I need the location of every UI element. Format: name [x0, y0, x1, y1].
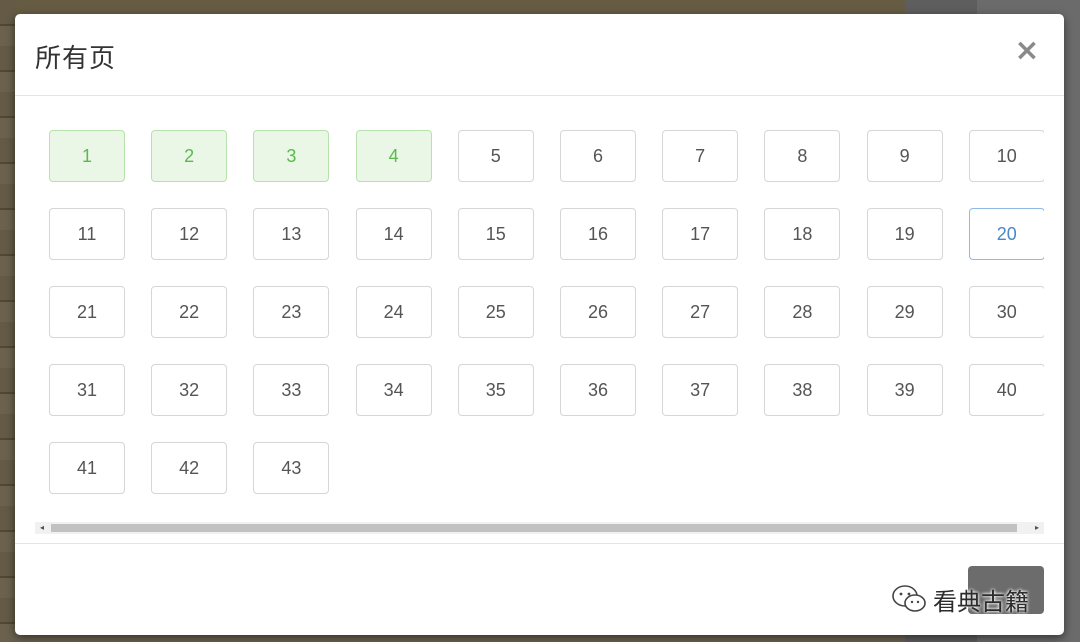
modal-body: 1 2 3 4 5 6 7 8 9 10 11 12 13 14 15 16 17 18 19 20 21 22 23 24 2…	[35, 96, 1044, 542]
page-button[interactable]: 4	[355, 130, 432, 182]
page-button[interactable]: 34	[355, 364, 432, 416]
page-button[interactable]: 41	[49, 442, 125, 494]
page-button[interactable]: 25	[457, 286, 534, 338]
page-button[interactable]: 6	[560, 130, 636, 182]
page-button[interactable]: 32	[151, 364, 228, 416]
page-button[interactable]: 1	[49, 130, 125, 182]
page-button[interactable]: 33	[253, 364, 330, 416]
page-button[interactable]: 31	[49, 364, 125, 416]
page-button[interactable]: 28	[764, 286, 841, 338]
page-button[interactable]: 5	[457, 130, 534, 182]
page-button[interactable]: 20	[968, 208, 1044, 260]
all-pages-modal: 所有页 × 1 2 3 4 5 6 7 8 9 10 11 12 13 14 15 16 17 18 19 20 21 2…	[15, 14, 1064, 635]
page-button[interactable]: 37	[662, 364, 739, 416]
page-button[interactable]: 10	[968, 130, 1044, 182]
page-button[interactable]: 38	[764, 364, 841, 416]
page-button[interactable]: 23	[253, 286, 330, 338]
page-button[interactable]: 24	[355, 286, 432, 338]
watermark: 看典古籍	[891, 582, 1029, 616]
page-button[interactable]: 15	[457, 208, 534, 260]
page-button[interactable]: 12	[151, 208, 228, 260]
page-button[interactable]: 9	[866, 130, 943, 182]
page-button[interactable]: 27	[662, 286, 739, 338]
page-button[interactable]: 29	[866, 286, 943, 338]
page-button[interactable]: 18	[764, 208, 841, 260]
page-button[interactable]: 13	[253, 208, 330, 260]
page-button[interactable]: 39	[866, 364, 943, 416]
wechat-icon	[892, 585, 926, 612]
page-button[interactable]: 30	[968, 286, 1044, 338]
page-button[interactable]: 35	[457, 364, 534, 416]
page-button[interactable]: 3	[253, 130, 330, 182]
close-icon[interactable]: ×	[1012, 36, 1042, 66]
scroll-left-arrow-icon[interactable]: ◂	[35, 522, 49, 534]
page-button[interactable]: 42	[151, 442, 228, 494]
page-button[interactable]: 11	[49, 208, 125, 260]
page-button[interactable]: 17	[662, 208, 739, 260]
page-button[interactable]: 14	[355, 208, 432, 260]
modal-header: 所有页 ×	[15, 14, 1064, 96]
page-button[interactable]: 21	[49, 286, 125, 338]
page-button[interactable]: 2	[151, 130, 228, 182]
page-button[interactable]: 40	[968, 364, 1044, 416]
page-button[interactable]: 16	[560, 208, 636, 260]
page-button[interactable]: 36	[560, 364, 636, 416]
page-button[interactable]: 7	[662, 130, 739, 182]
page-button[interactable]: 8	[764, 130, 841, 182]
horizontal-scrollbar[interactable]: ◂ ▸	[35, 522, 1044, 534]
modal-title: 所有页	[35, 44, 117, 74]
scroll-right-arrow-icon[interactable]: ▸	[1030, 522, 1044, 534]
modal-footer: 看典古籍	[15, 543, 1064, 635]
page-button[interactable]: 26	[560, 286, 636, 338]
page-button[interactable]: 43	[253, 442, 330, 494]
page-button[interactable]: 22	[151, 286, 228, 338]
page-list-viewport[interactable]: 1 2 3 4 5 6 7 8 9 10 11 12 13 14 15 16 17 18 19 20 21 22 23 24 2…	[35, 96, 1044, 521]
watermark-text: 看典古籍	[933, 587, 1029, 616]
scrollbar-thumb[interactable]	[51, 524, 1017, 532]
page-button[interactable]: 19	[866, 208, 943, 260]
